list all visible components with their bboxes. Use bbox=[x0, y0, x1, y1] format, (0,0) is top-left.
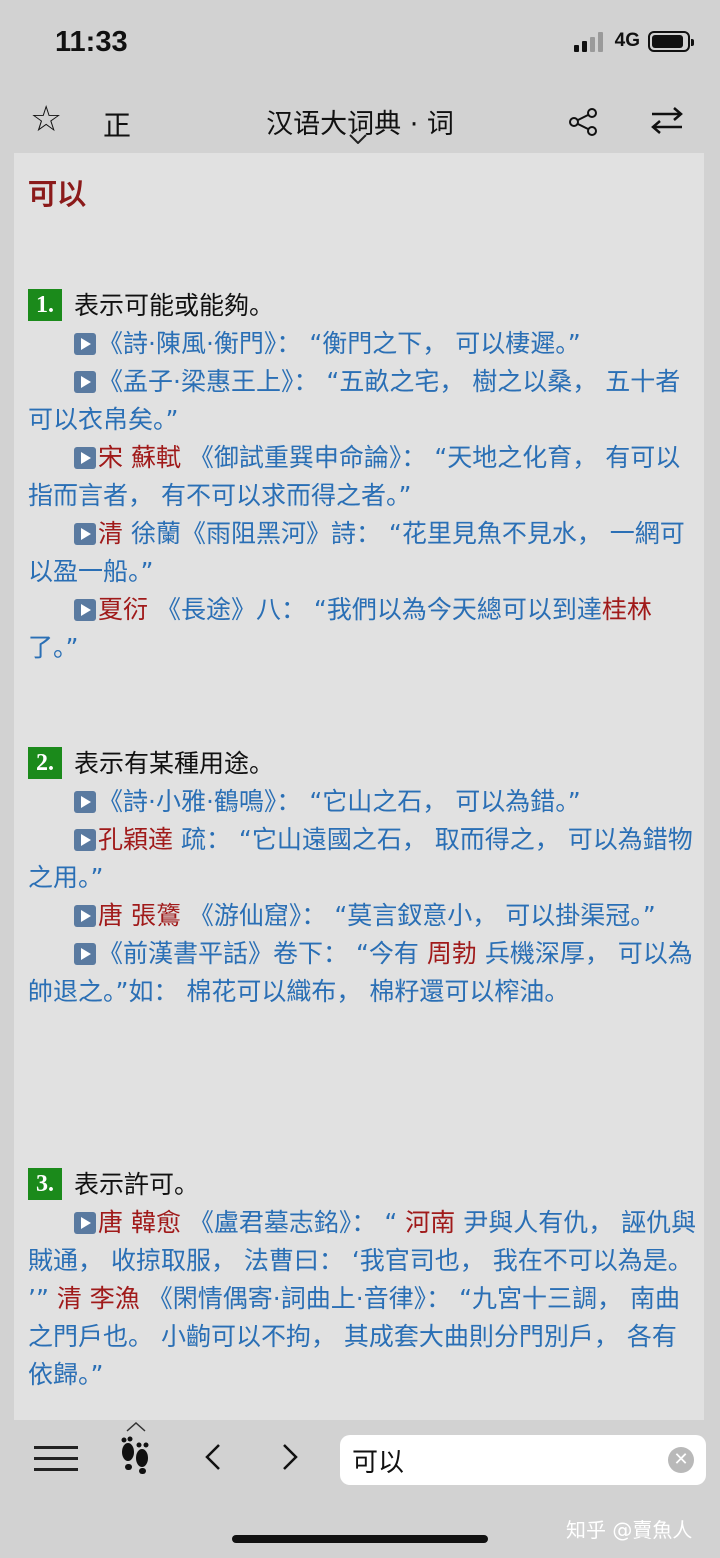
citation: 《孟子·梁惠王上》： “五畝之宅， 樹之以桑， 五十者可以衣帛矣。” bbox=[28, 363, 700, 439]
swap-icon[interactable] bbox=[650, 106, 684, 134]
citation-text: 《孟子·梁惠王上》： “五畝之宅， 樹之以桑， 五十者可以衣帛矣。” bbox=[28, 367, 681, 434]
sense-3: 3. 表示許可。 唐 韓愈 《盧君墓志銘》： “ 河南 尹與人有仇， 誣仇與賊通，… bbox=[28, 1166, 700, 1394]
status-bar: 11:33 4G bbox=[0, 0, 720, 90]
definition-text: 表示有某種用途。 bbox=[74, 749, 275, 778]
history-footprints-icon[interactable] bbox=[118, 1434, 152, 1474]
citation: 孔穎達 疏： “它山遠國之石， 取而得之， 可以為錯物之用。” bbox=[28, 821, 700, 897]
play-icon[interactable] bbox=[74, 829, 96, 851]
play-icon[interactable] bbox=[74, 1212, 96, 1234]
citation-text: 《長途》八： “我們以為今天總可以到達 bbox=[148, 595, 602, 624]
network-label: 4G bbox=[614, 30, 640, 51]
source-name[interactable]: 宋 蘇軾 bbox=[98, 443, 181, 472]
status-indicators: 4G bbox=[573, 30, 694, 52]
sense-2: 2. 表示有某種用途。 《詩·小雅·鶴鳴》： “它山之石， 可以為錯。” 孔穎達 疏… bbox=[28, 745, 700, 1011]
play-icon[interactable] bbox=[74, 791, 96, 813]
source-name[interactable]: 夏衍 bbox=[98, 595, 148, 624]
source-name[interactable]: 周勃 bbox=[427, 939, 477, 968]
play-icon[interactable] bbox=[74, 371, 96, 393]
search-box[interactable]: ✕ bbox=[340, 1435, 706, 1485]
headword: 可以 bbox=[28, 179, 87, 211]
citation: 宋 蘇軾 《御試重巽申命論》： “天地之化育， 有可以指而言者， 有不可以求而得… bbox=[28, 439, 700, 515]
play-icon[interactable] bbox=[74, 523, 96, 545]
previous-icon[interactable] bbox=[203, 1442, 223, 1472]
definition-text: 表示許可。 bbox=[74, 1170, 200, 1199]
menu-icon[interactable] bbox=[34, 1446, 78, 1471]
status-time: 11:33 bbox=[55, 26, 128, 58]
sense-definition: 1. 表示可能或能夠。 bbox=[28, 287, 700, 325]
sense-number-badge: 1. bbox=[28, 289, 62, 321]
citation-text: 《前漢書平話》卷下： “今有 bbox=[98, 939, 427, 968]
citation: 唐 韓愈 《盧君墓志銘》： “ 河南 尹與人有仇， 誣仇與賊通， 收掠取服， 法… bbox=[28, 1204, 700, 1394]
citation-text: 《盧君墓志銘》： “ bbox=[180, 1208, 406, 1237]
play-icon[interactable] bbox=[74, 333, 96, 355]
citation-text: 《詩·小雅·鶴鳴》： “它山之石， 可以為錯。” bbox=[98, 787, 581, 816]
citation: 夏衍 《長途》八： “我們以為今天總可以到達桂林 了。” bbox=[28, 591, 700, 667]
sense-definition: 2. 表示有某種用途。 bbox=[28, 745, 700, 783]
sense-number-badge: 2. bbox=[28, 747, 62, 779]
definition-text: 表示可能或能夠。 bbox=[74, 291, 275, 320]
top-toolbar: ☆ 正 汉语大词典 · 词 bbox=[0, 90, 720, 152]
sense-1: 1. 表示可能或能夠。 《詩·陳風·衡門》： “衡門之下， 可以棲遲。” 《孟子·梁… bbox=[28, 287, 700, 667]
search-input[interactable] bbox=[352, 1443, 652, 1477]
source-name[interactable]: 河南 bbox=[405, 1208, 455, 1237]
citation: 清 徐蘭《雨阻黑河》詩： “花里見魚不見水， 一網可以盈一船。” bbox=[28, 515, 700, 591]
clear-icon[interactable]: ✕ bbox=[668, 1447, 694, 1473]
entry-content[interactable]: 可以 1. 表示可能或能夠。 《詩·陳風·衡門》： “衡門之下， 可以棲遲。” 《孟… bbox=[14, 153, 704, 1420]
play-icon[interactable] bbox=[74, 905, 96, 927]
chevron-up-icon[interactable] bbox=[126, 1422, 146, 1432]
home-indicator bbox=[232, 1535, 488, 1543]
source-name[interactable]: 唐 韓愈 bbox=[98, 1208, 181, 1237]
sense-number-badge: 3. bbox=[28, 1168, 62, 1200]
play-icon[interactable] bbox=[74, 599, 96, 621]
citation-text: 了。” bbox=[28, 633, 79, 662]
battery-icon bbox=[648, 30, 694, 52]
citation-text: 《詩·陳風·衡門》： “衡門之下， 可以棲遲。” bbox=[98, 329, 581, 358]
source-name[interactable]: 清 李漁 bbox=[57, 1284, 140, 1313]
sense-definition: 3. 表示許可。 bbox=[28, 1166, 700, 1204]
citation-text: 《游仙窟》： “莫言釵意小， 可以掛渠冠。” bbox=[180, 901, 656, 930]
citation: 《詩·小雅·鶴鳴》： “它山之石， 可以為錯。” bbox=[28, 783, 700, 821]
watermark: 知乎 @賣魚人 bbox=[566, 1518, 693, 1542]
source-name[interactable]: 桂林 bbox=[602, 595, 652, 624]
citation-text: 徐蘭《雨阻黑河》詩： “花里見魚不見水， 一網可以盈一船。” bbox=[28, 519, 685, 586]
citation: 《詩·陳風·衡門》： “衡門之下， 可以棲遲。” bbox=[28, 325, 700, 363]
citation: 唐 張鷟 《游仙窟》： “莫言釵意小， 可以掛渠冠。” bbox=[28, 897, 700, 935]
bottom-bar: ✕ 知乎 @賣魚人 bbox=[0, 1420, 720, 1558]
citation: 《前漢書平話》卷下： “今有 周勃 兵機深厚， 可以為帥退之。”如： 棉花可以織… bbox=[28, 935, 700, 1011]
chevron-down-icon[interactable] bbox=[349, 134, 367, 144]
share-icon[interactable] bbox=[568, 108, 598, 136]
play-icon[interactable] bbox=[74, 943, 96, 965]
source-name[interactable]: 清 bbox=[98, 519, 123, 548]
source-name[interactable]: 孔穎達 bbox=[98, 825, 173, 854]
next-icon[interactable] bbox=[280, 1442, 300, 1472]
signal-icon bbox=[573, 30, 603, 52]
play-icon[interactable] bbox=[74, 447, 96, 469]
source-name[interactable]: 唐 張鷟 bbox=[98, 901, 181, 930]
